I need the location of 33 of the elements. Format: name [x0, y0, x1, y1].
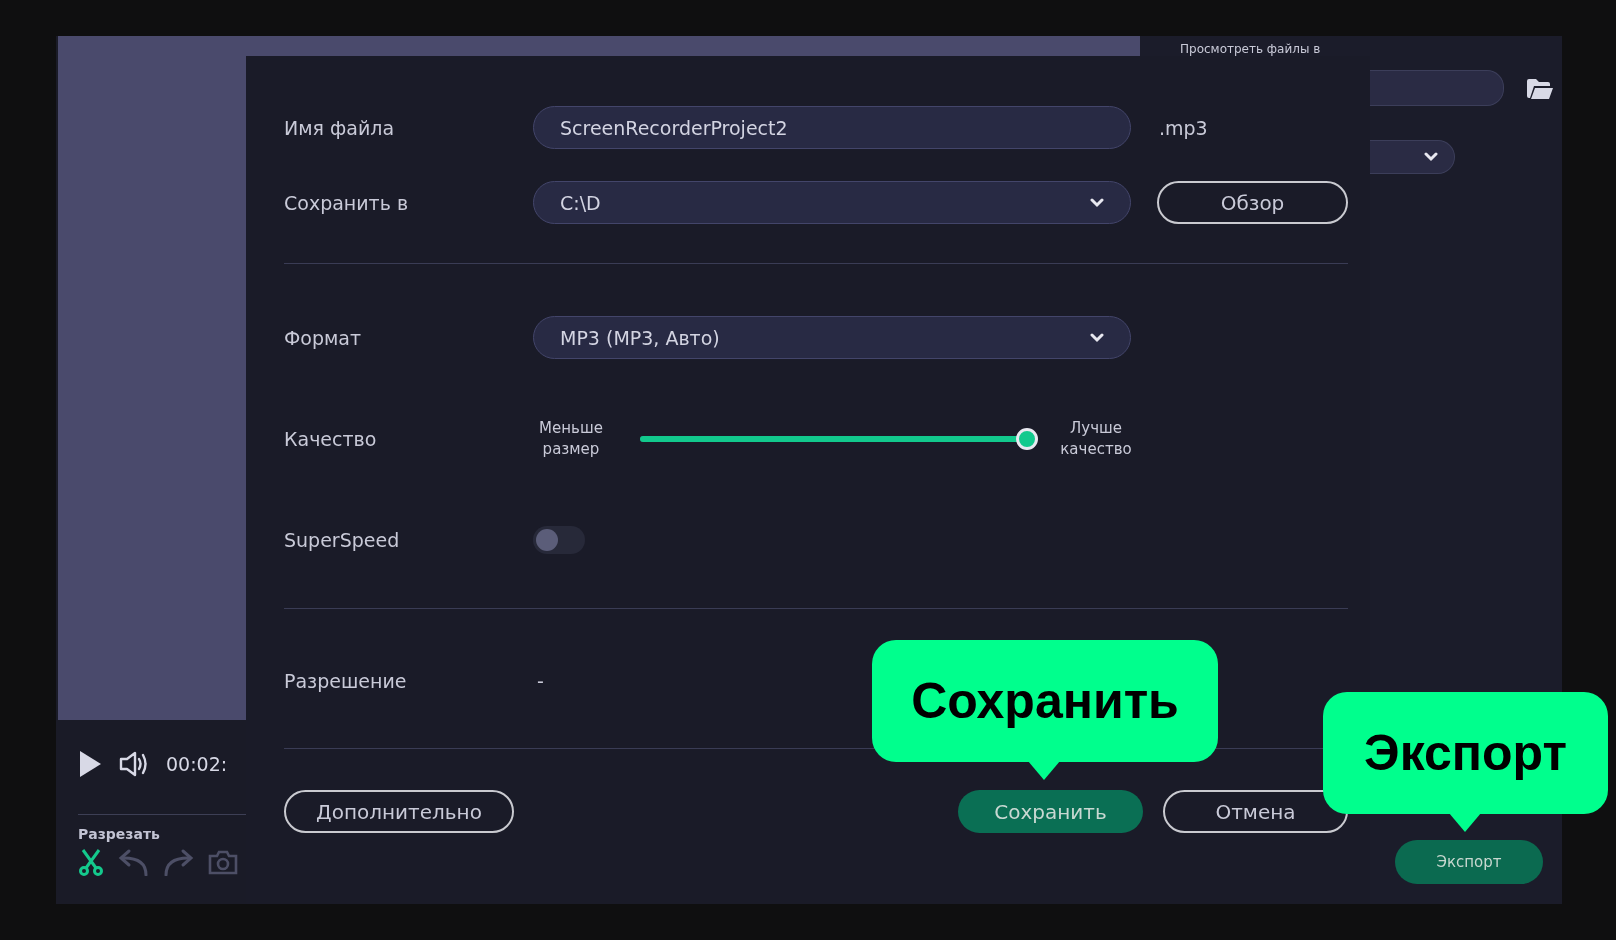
file-name-field[interactable]: ScreenRecorderProject2: [533, 106, 1131, 149]
field-label: SuperSpeed: [284, 528, 401, 551]
playback-time: 00:02:: [166, 753, 228, 775]
field-label: Качество: [284, 427, 378, 450]
field-label: Сохранить в: [284, 191, 410, 214]
folder-field[interactable]: [1370, 70, 1504, 106]
field-label: Формат: [284, 326, 363, 349]
slider-thumb[interactable]: [1016, 427, 1038, 450]
folder-dropdown[interactable]: C:\D: [533, 181, 1131, 224]
callout-pointer: [1449, 813, 1481, 832]
save-button[interactable]: Сохранить: [958, 790, 1143, 833]
scissors-icon[interactable]: [78, 848, 104, 876]
field-label: Разрешение: [284, 669, 408, 692]
field-label: Имя файла: [284, 116, 396, 139]
browse-button[interactable]: Обзор: [1157, 181, 1348, 224]
dropdown[interactable]: [1370, 140, 1455, 174]
chevron-down-icon: [1424, 152, 1438, 162]
callout-pointer: [1028, 761, 1060, 780]
more-button[interactable]: Дополнительно: [284, 790, 514, 833]
resolution-value: -: [536, 669, 545, 692]
slider-max-label: Лучше качество: [1059, 417, 1133, 460]
play-icon[interactable]: [78, 750, 102, 778]
file-extension: .mp3: [1158, 116, 1209, 139]
chevron-down-icon: [1090, 332, 1104, 343]
cut-label: Разрезать: [78, 826, 161, 842]
toggle-switch[interactable]: [533, 525, 585, 554]
panel-heading: Просмотреть файлы в: [1180, 42, 1321, 56]
format-dropdown[interactable]: MP3 (MP3, Авто): [533, 316, 1131, 359]
volume-icon[interactable]: [118, 750, 150, 778]
folder-icon[interactable]: [1526, 78, 1554, 100]
slider-min-label: Меньше размер: [538, 417, 604, 460]
chevron-down-icon: [1090, 197, 1104, 208]
export-button[interactable]: Экспорт: [1395, 840, 1543, 884]
